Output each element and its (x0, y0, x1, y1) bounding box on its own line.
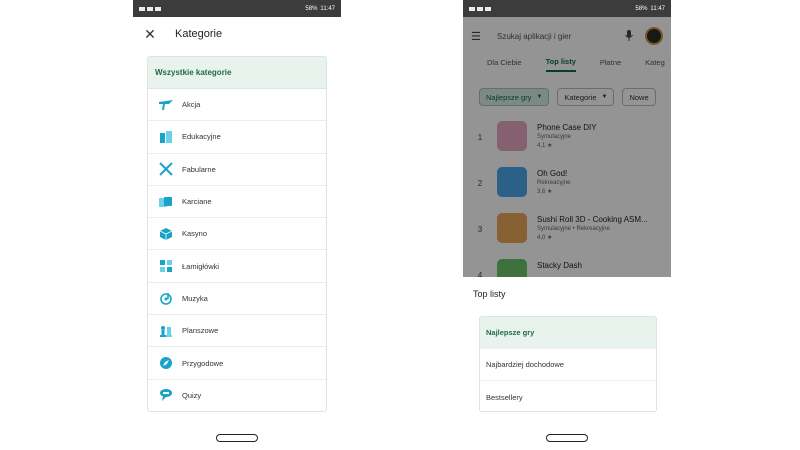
category-item-lamiglowki[interactable]: Łamigłówki (148, 250, 326, 283)
puzzle-icon (158, 259, 174, 273)
status-bar: 58% 11:47 (463, 0, 671, 17)
music-icon (158, 291, 174, 306)
chess-icon (158, 324, 174, 338)
category-list: Wszystkie kategorie Akcja Edukacyjne Fab… (147, 56, 327, 412)
option-najlepsze-gry[interactable]: Najlepsze gry (480, 317, 656, 349)
category-item-fabularne[interactable]: Fabularne (148, 154, 326, 186)
battery-label: 58% (305, 5, 318, 12)
left-phone-screen: 58% 11:47 ✕ Kategorie Wszystkie kategori… (133, 0, 341, 450)
bottom-sheet: Top listy Najlepsze gry Najbardziej doch… (463, 277, 671, 450)
status-icons-right: 58% 11:47 (635, 6, 665, 12)
time-label: 11:47 (320, 5, 335, 12)
close-icon[interactable]: ✕ (135, 26, 165, 43)
category-item-quizy[interactable]: Quizy (148, 380, 326, 411)
category-label: Akcja (182, 100, 201, 110)
category-label: Planszowe (182, 326, 219, 336)
quiz-icon (158, 388, 174, 402)
education-icon (158, 130, 174, 144)
category-item-planszowe[interactable]: Planszowe (148, 315, 326, 348)
category-label: Quizy (182, 390, 202, 400)
category-item-muzyka[interactable]: Muzyka (148, 283, 326, 316)
compass-icon (158, 356, 174, 370)
modal-scrim[interactable] (463, 0, 671, 277)
category-label: Muzyka (182, 293, 208, 303)
category-item-przygodowe[interactable]: Przygodowe (148, 347, 326, 380)
home-indicator[interactable] (216, 434, 258, 442)
sheet-options: Najlepsze gry Najbardziej dochodowe Best… (479, 316, 657, 412)
swords-icon (158, 162, 174, 176)
category-label: Łamigłówki (182, 261, 220, 271)
category-label: Karciane (182, 197, 212, 207)
category-label: Fabularne (182, 164, 216, 174)
time-label: 11:47 (650, 5, 665, 12)
right-phone-screen: 58% 11:47 ☰ Szukaj aplikacji i gier Dla … (463, 0, 671, 450)
page-title: Kategorie (175, 28, 223, 40)
casino-icon (158, 227, 174, 241)
status-icons-left (469, 6, 491, 11)
status-icons-left (139, 6, 161, 11)
category-label: Kasyno (182, 229, 208, 239)
home-indicator[interactable] (546, 434, 588, 442)
option-bestsellery[interactable]: Bestsellery (480, 381, 656, 411)
status-icons-right: 58% 11:47 (305, 6, 335, 12)
status-bar: 58% 11:47 (133, 0, 341, 17)
category-item-akcja[interactable]: Akcja (148, 89, 326, 122)
sheet-title: Top listy (473, 289, 506, 299)
category-item-karciane[interactable]: Karciane (148, 186, 326, 219)
action-icon (158, 98, 174, 112)
category-item-edukacyjne[interactable]: Edukacyjne (148, 121, 326, 154)
all-categories-item[interactable]: Wszystkie kategorie (148, 57, 326, 89)
cards-icon (158, 195, 174, 209)
battery-label: 58% (635, 5, 648, 12)
option-najbardziej-dochodowe[interactable]: Najbardziej dochodowe (480, 349, 656, 381)
category-label: Przygodowe (182, 358, 224, 368)
category-item-kasyno[interactable]: Kasyno (148, 218, 326, 251)
categories-header: ✕ Kategorie (133, 17, 341, 51)
category-label: Edukacyjne (182, 132, 221, 142)
